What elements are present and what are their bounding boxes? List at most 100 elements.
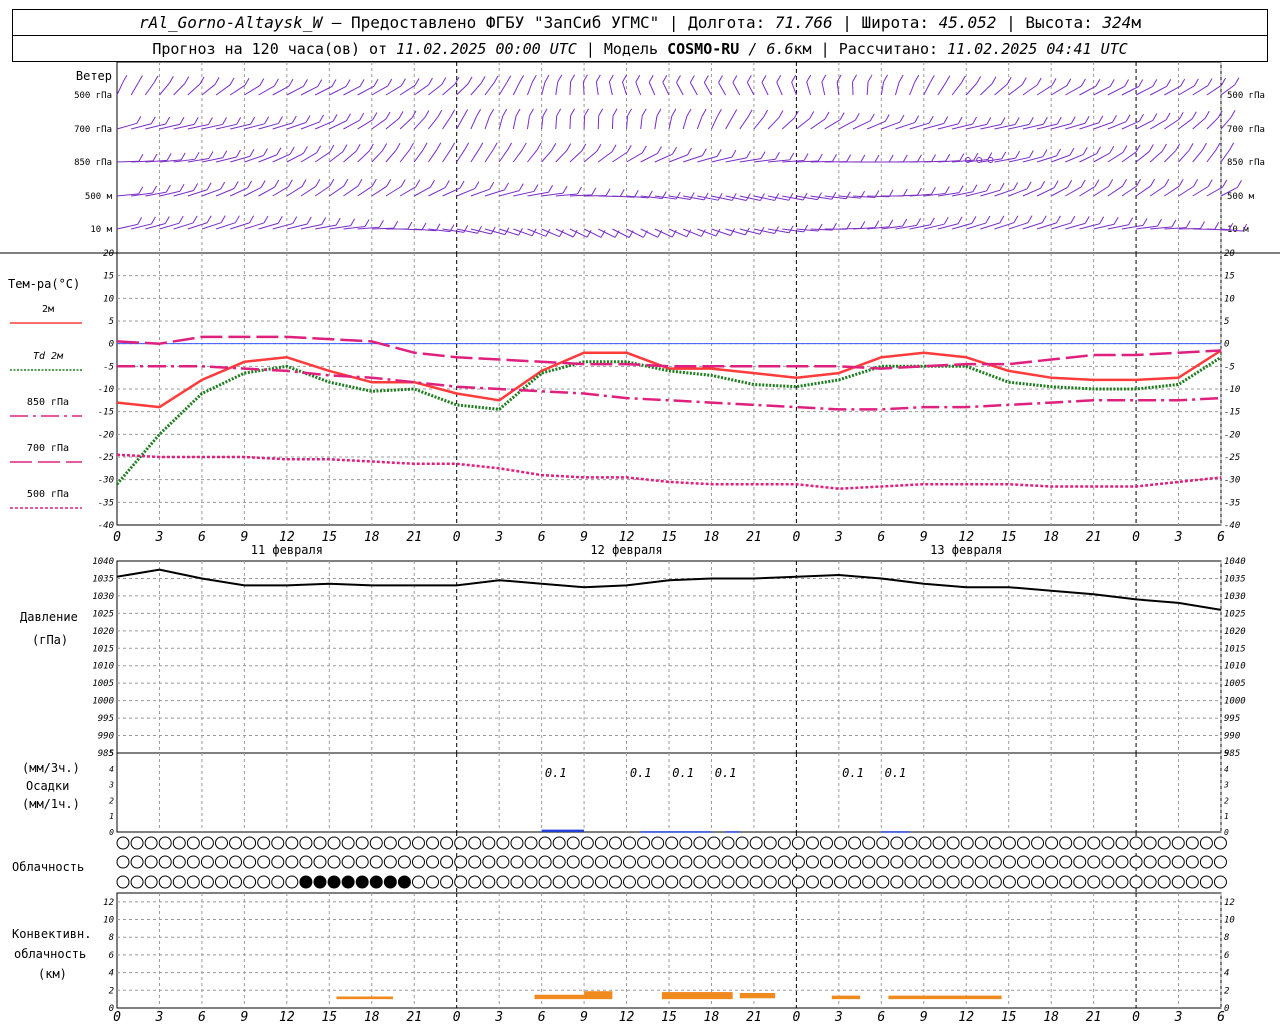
wind-barb-flag <box>763 109 768 118</box>
wind-barb <box>385 186 402 197</box>
wind-barb-flag <box>817 153 823 162</box>
cloud-circle <box>721 875 735 889</box>
precip-value-label: 0.1 <box>545 766 567 780</box>
wind-barb-flag <box>153 75 159 84</box>
wind-barb <box>746 82 755 96</box>
x-tick-label: 21 <box>1086 530 1102 545</box>
y-tick-label: 990 <box>98 732 114 742</box>
cloud-circle <box>1115 836 1129 850</box>
cloud-circle <box>777 855 791 869</box>
wind-barb-flag <box>1152 79 1158 87</box>
wind-barb-flag <box>214 77 220 85</box>
wind-barb-flag <box>477 225 482 234</box>
y-tick-label: 1000 <box>92 697 114 707</box>
wind-barb-flag <box>1222 179 1228 188</box>
wind-barb <box>806 81 812 96</box>
wind-barb-flag <box>502 108 508 117</box>
cloud-circle <box>510 836 524 850</box>
cloud-circle <box>946 855 960 869</box>
wind-barb-flag <box>137 217 143 225</box>
cloud-circle <box>468 855 482 869</box>
wind-barb-flag <box>716 109 722 117</box>
wind-barb-flag <box>398 111 404 119</box>
wind-barb-flag <box>150 116 156 124</box>
cloud-circle <box>214 875 228 889</box>
wind-barb-flag <box>731 149 737 158</box>
wind-barb-flag <box>845 191 851 199</box>
wind-barb <box>909 81 916 96</box>
y-tick-label: 1030 <box>1224 592 1246 602</box>
precip-value-label: 0.1 <box>672 766 694 780</box>
wind-barb <box>612 151 628 163</box>
wind-barb-flag <box>222 150 228 159</box>
wind-barb <box>1149 85 1168 96</box>
wind-barb-flag <box>761 75 767 83</box>
wind-barb <box>498 82 508 96</box>
wind-barb-flag <box>464 142 470 150</box>
cloud-circle <box>214 855 228 869</box>
wind-barb <box>442 149 452 163</box>
wind-barb-flag <box>164 216 170 224</box>
wind-barb <box>626 228 644 238</box>
convective-unit: (км) <box>38 967 67 981</box>
cloud-circle <box>257 875 271 889</box>
wind-barb <box>810 118 826 130</box>
wind-barb <box>1178 150 1190 163</box>
wind-barb-flag <box>570 74 576 83</box>
cloud-circle <box>580 855 594 869</box>
y-tick-label: 2 <box>109 796 114 805</box>
wind-barb <box>385 118 400 130</box>
wind-barb-flag <box>515 108 521 117</box>
wind-barb <box>824 119 841 130</box>
cloud-circle <box>327 875 341 889</box>
cloud-circle <box>383 836 397 850</box>
wind-barb <box>456 83 469 96</box>
wind-barb <box>484 82 495 96</box>
cloud-circle <box>651 855 665 869</box>
cloud-circle <box>411 855 425 869</box>
cloud-circle <box>946 836 960 850</box>
cloud-circle <box>1031 836 1045 850</box>
wind-barb <box>994 83 1008 96</box>
wind-barb <box>229 84 246 96</box>
x-tick-label: 9 <box>920 530 928 545</box>
wind-barb-flag <box>1157 218 1162 227</box>
cloud-circle <box>820 875 833 889</box>
wind-barb <box>187 83 201 96</box>
wind-barb <box>767 117 780 130</box>
wind-barb-flag <box>387 78 393 87</box>
cloud-circle <box>637 875 651 889</box>
y-tick-label: 12 <box>1224 898 1235 908</box>
wind-barb-flag <box>570 108 575 117</box>
wind-barb-flag <box>1028 117 1034 125</box>
cloud-circle <box>960 855 974 869</box>
wind-barb-flag <box>450 142 456 150</box>
wind-barb-flag <box>138 75 143 83</box>
pressure-unit: (гПа) <box>32 633 68 647</box>
cloud-circle <box>1059 875 1073 889</box>
wind-barb-flag <box>1041 215 1047 223</box>
cloud-circle <box>1087 875 1101 889</box>
wind-barb <box>598 228 616 238</box>
cloud-circle <box>426 836 440 850</box>
wind-barb-flag <box>342 144 348 152</box>
wind-barb <box>1164 118 1180 130</box>
cloud-circle <box>229 836 243 850</box>
cloud-circle <box>904 855 918 869</box>
wind-barb-flag <box>1070 116 1076 124</box>
y-tick-label: 5 <box>1224 317 1229 327</box>
wind-barb <box>541 81 546 96</box>
cloud-circle <box>116 855 130 869</box>
cloud-circle <box>960 836 974 850</box>
cloud-circle <box>369 875 383 889</box>
cloud-circle <box>791 836 805 850</box>
cloud-circle <box>454 875 468 889</box>
cloud-circle <box>1002 875 1016 889</box>
wind-barb-flag <box>656 108 662 117</box>
cloud-circle <box>960 875 974 889</box>
x-tick-label: 18 <box>704 530 720 545</box>
wind-barb <box>357 119 374 130</box>
wind-barb-flag <box>867 74 873 83</box>
wind-barb <box>456 149 466 163</box>
cloud-circle <box>763 875 777 889</box>
